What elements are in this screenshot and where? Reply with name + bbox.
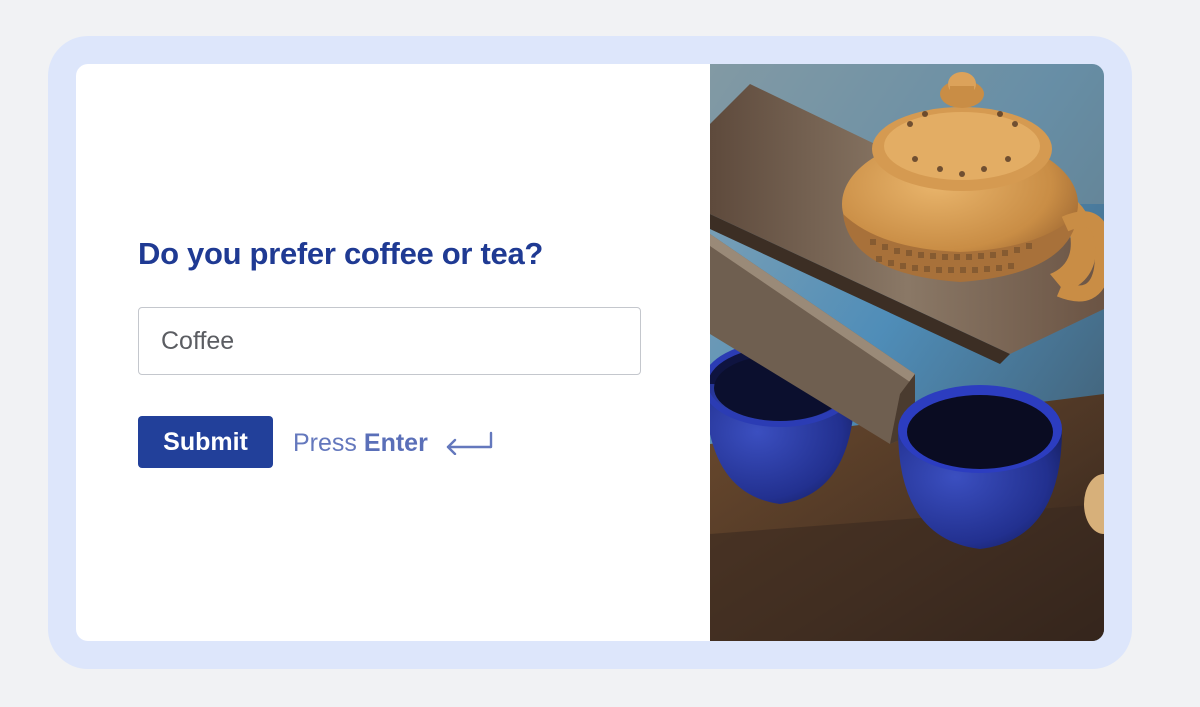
- enter-arrow-icon: [444, 431, 494, 456]
- form-card: Do you prefer coffee or tea? Submit Pres…: [76, 64, 1104, 641]
- press-enter-hint: Press Enter: [293, 426, 494, 460]
- teapot-and-cups-photo: [710, 64, 1104, 641]
- answer-input[interactable]: [138, 307, 641, 375]
- question-heading: Do you prefer coffee or tea?: [138, 236, 544, 271]
- hint-prefix: Press: [293, 428, 357, 457]
- submit-button[interactable]: Submit: [138, 416, 273, 468]
- hint-key: Enter: [363, 428, 428, 457]
- form-panel: Do you prefer coffee or tea? Submit Pres…: [76, 64, 710, 641]
